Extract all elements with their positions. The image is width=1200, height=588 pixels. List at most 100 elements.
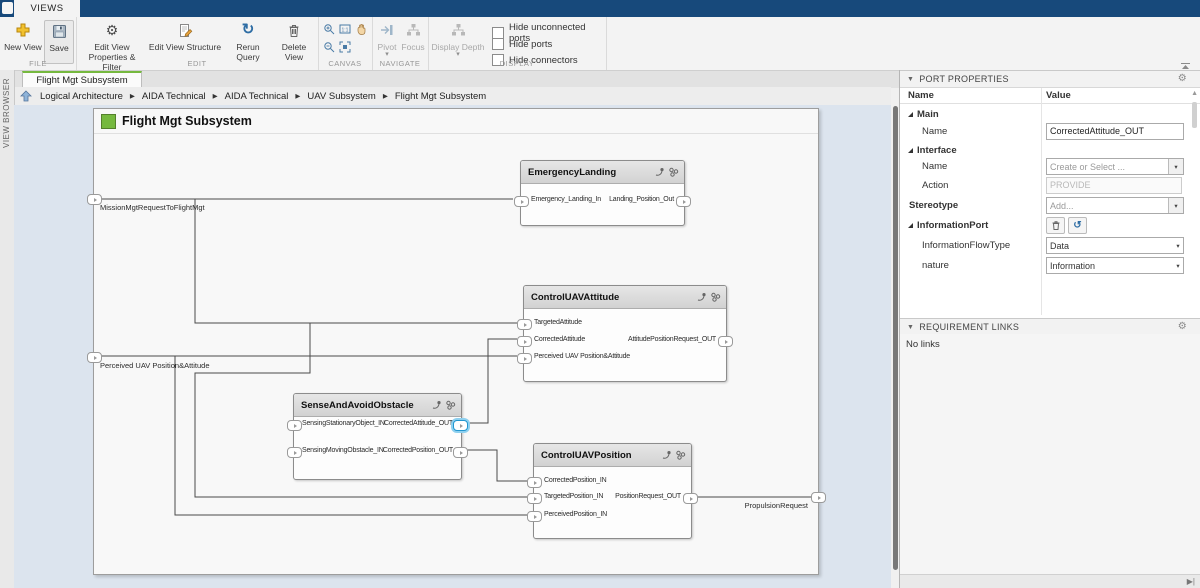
panel-gear-icon[interactable]: ⚙ [1178, 322, 1187, 332]
block-header: SenseAndAvoidObstacle [294, 394, 461, 417]
breadcrumb-item-aida-technical-1[interactable]: AIDA Technical [142, 91, 206, 102]
input-port[interactable] [287, 447, 302, 458]
new-view-button[interactable]: New View [4, 20, 42, 52]
input-port[interactable] [517, 353, 532, 364]
port-label: CorrectedPosition_OUT [383, 446, 453, 456]
breadcrumb-item-logical-architecture[interactable]: Logical Architecture [40, 91, 123, 102]
zoom-in-icon[interactable] [321, 21, 336, 36]
hide-ports-checkbox[interactable]: Hide ports [492, 38, 552, 50]
breadcrumb-item-aida-technical-2[interactable]: AIDA Technical [225, 91, 289, 102]
input-port[interactable] [517, 336, 532, 347]
output-port[interactable] [676, 196, 691, 207]
save-icon [45, 21, 73, 41]
pan-hand-icon[interactable] [353, 21, 368, 36]
property-row-nature: nature Information ▾ [900, 256, 1187, 275]
ribbon-tab-views[interactable]: VIEWS [14, 0, 80, 17]
panel-scrollbar-thumb[interactable] [1192, 102, 1197, 128]
next-panel-icon[interactable]: ▶| [1187, 577, 1195, 586]
property-table-header: Name Value [900, 88, 1200, 104]
input-port[interactable] [517, 319, 532, 330]
block-sense-and-avoid-obstacle[interactable]: SenseAndAvoidObstacle SensingStationaryO… [293, 393, 462, 480]
block-title: ControlUAVAttitude [531, 292, 696, 303]
category-row-information-port[interactable]: InformationPort ↺ [900, 216, 1187, 235]
trash-icon [272, 20, 316, 40]
output-port[interactable] [453, 447, 468, 458]
navigate-up-icon[interactable] [20, 90, 32, 102]
collapse-section-icon: ▼ [907, 76, 914, 83]
pivot-icon [374, 20, 400, 40]
port-label: SensingStationaryObject_IN [302, 419, 385, 429]
property-row-action: Action PROVIDE [900, 176, 1187, 195]
requirement-links-body: No links [900, 334, 1200, 575]
panel-bottom-bar: ▶| [900, 574, 1200, 588]
group-edit: ⚙ Edit View Properties & Filter Edit Vie… [76, 17, 319, 70]
breadcrumb-separator-icon: ▶ [383, 92, 388, 100]
trash-icon [1051, 220, 1061, 231]
dropdown-arrow-icon[interactable]: ▾ [1168, 159, 1183, 174]
container-title: Flight Mgt Subsystem [122, 114, 252, 128]
link-badge-icon [431, 400, 442, 410]
block-title: SenseAndAvoidObstacle [301, 400, 431, 411]
input-port[interactable] [514, 196, 529, 207]
nature-dropdown[interactable]: Information ▾ [1046, 257, 1184, 274]
save-button[interactable]: Save [44, 20, 74, 64]
action-input: PROVIDE [1046, 177, 1182, 194]
information-flow-type-dropdown[interactable]: Data ▾ [1046, 237, 1184, 254]
input-port[interactable] [287, 420, 302, 431]
scroll-up-icon[interactable]: ▲ [1191, 90, 1198, 97]
boundary-port-propulsion-request[interactable] [811, 492, 826, 503]
stereotype-dropdown[interactable]: Add... ▾ [1046, 197, 1184, 214]
port-label: TargetedPosition_IN [544, 492, 603, 502]
input-port[interactable] [527, 477, 542, 488]
delete-view-button[interactable]: Delete View [272, 20, 316, 62]
output-port-selected[interactable] [453, 420, 468, 431]
rerun-query-button[interactable]: ↻ Rerun Query [224, 20, 272, 62]
zoom-one-to-one-icon[interactable]: 1:1 [337, 21, 352, 36]
stereotype-badge-icon [668, 167, 679, 177]
reset-defaults-button[interactable]: ↺ [1068, 217, 1087, 234]
port-label: PerceivedPosition_IN [544, 510, 607, 520]
fit-to-view-icon[interactable] [337, 39, 352, 54]
focus-button: Focus [400, 20, 426, 52]
port-label: Emergency_Landing_In [531, 195, 601, 205]
breadcrumb-separator-icon: ▶ [295, 92, 300, 100]
pivot-caret-icon: ▾ [374, 52, 400, 58]
dropdown-arrow-icon[interactable]: ▾ [1168, 198, 1183, 213]
canvas-vertical-scrollbar[interactable] [893, 106, 898, 570]
display-depth-icon [430, 20, 486, 40]
block-title: ControlUAVPosition [541, 450, 661, 461]
property-row-information-flow-type: InformationFlowType Data ▾ [900, 236, 1187, 255]
no-links-text: No links [906, 339, 940, 350]
boundary-port-label: PropulsionRequest [745, 501, 808, 510]
block-header: ControlUAVAttitude [524, 286, 726, 309]
block-control-uav-attitude[interactable]: ControlUAVAttitude TargetedAttitude Corr… [523, 285, 727, 382]
interface-name-dropdown[interactable]: Create or Select ... ▾ [1046, 158, 1184, 175]
input-port[interactable] [527, 493, 542, 504]
port-properties-panel: ▼ PORT PROPERTIES ⚙ Name Value Main Name… [899, 70, 1200, 588]
breadcrumb-item-flight-mgt-subsystem[interactable]: Flight Mgt Subsystem [395, 91, 486, 102]
edit-view-structure-button[interactable]: Edit View Structure [148, 20, 222, 52]
breadcrumb-item-uav-subsystem[interactable]: UAV Subsystem [307, 91, 375, 102]
input-port[interactable] [527, 511, 542, 522]
panel-gear-icon[interactable]: ⚙ [1178, 74, 1187, 84]
display-depth-caret-icon: ▾ [430, 52, 486, 58]
name-input[interactable]: CorrectedAttitude_OUT [1046, 123, 1184, 140]
block-title: EmergencyLanding [528, 167, 654, 178]
title-bar [0, 0, 1200, 17]
boundary-port-label: MissionMgtRequestToFlightMgt [100, 203, 205, 212]
property-row-interface-name: Name Create or Select ... ▾ [900, 157, 1187, 176]
port-label: CorrectedPosition_IN [544, 476, 607, 486]
breadcrumb-separator-icon: ▶ [213, 92, 218, 100]
output-port[interactable] [718, 336, 733, 347]
zoom-out-icon[interactable] [321, 39, 336, 54]
output-port[interactable] [683, 493, 698, 504]
block-control-uav-position[interactable]: ControlUAVPosition CorrectedPosition_IN … [533, 443, 692, 539]
block-emergency-landing[interactable]: EmergencyLanding Emergency_Landing_In La… [520, 160, 685, 226]
quick-access-button[interactable] [2, 2, 13, 14]
gear-icon: ⚙ [78, 20, 146, 40]
category-expand-icon [908, 112, 913, 117]
stereotype-badge-icon [675, 450, 686, 460]
view-browser-strip[interactable]: VIEW BROWSER [0, 70, 15, 588]
delete-stereotype-button[interactable] [1046, 217, 1065, 234]
port-properties-header[interactable]: ▼ PORT PROPERTIES ⚙ [900, 70, 1200, 88]
